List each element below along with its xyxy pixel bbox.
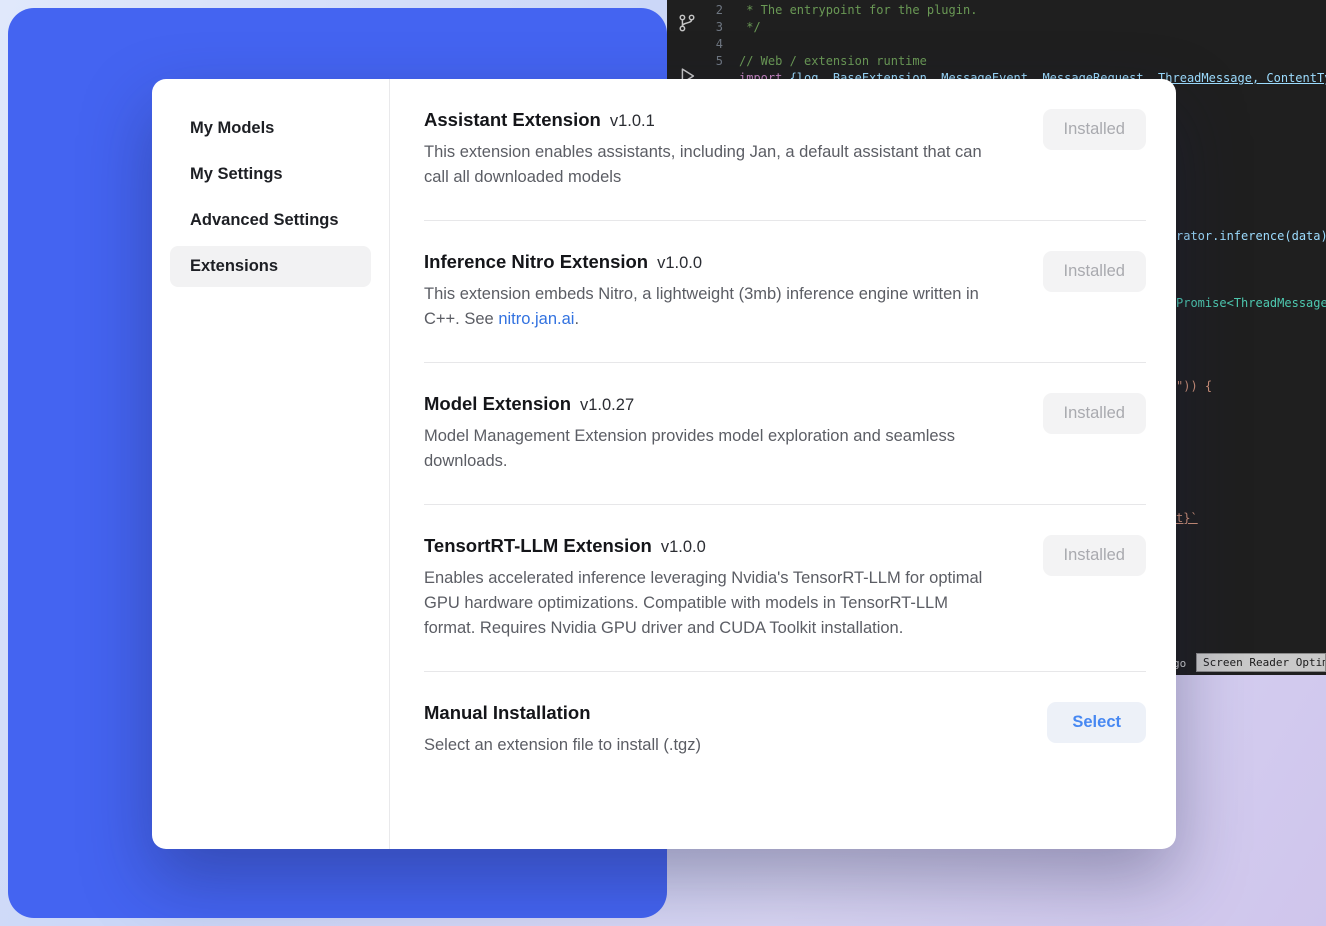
manual-install-info: Manual Installation Select an extension … <box>424 702 701 758</box>
divider <box>424 671 1146 672</box>
line-number: 3 <box>707 19 739 36</box>
code-line: 5 // Web / extension runtime <box>707 53 1326 70</box>
extension-description: Enables accelerated inference leveraging… <box>424 566 1002 641</box>
extension-title: Inference Nitro Extension v1.0.0 <box>424 251 1002 273</box>
installed-button[interactable]: Installed <box>1043 393 1146 434</box>
extension-row-tensorrt-llm: TensortRT-LLM Extension v1.0.0 Enables ac… <box>424 535 1146 641</box>
line-number: 2 <box>707 2 739 19</box>
extension-title: TensortRT-LLM Extension v1.0.0 <box>424 535 1002 557</box>
description-text: . <box>574 310 579 328</box>
sidebar-item-my-settings[interactable]: My Settings <box>170 154 371 195</box>
code-lines: 2 * The entrypoint for the plugin. 3 */ … <box>707 2 1326 87</box>
sidebar-item-advanced-settings[interactable]: Advanced Settings <box>170 200 371 241</box>
extension-row-assistant: Assistant Extension v1.0.1 This extension… <box>424 109 1146 190</box>
divider <box>424 220 1146 221</box>
settings-modal: My Models My Settings Advanced Settings … <box>152 79 1176 849</box>
screen-reader-optimize-notice[interactable]: Screen Reader Optimize <box>1196 653 1326 672</box>
extension-info: TensortRT-LLM Extension v1.0.0 Enables ac… <box>424 535 1002 641</box>
extension-version: v1.0.0 <box>661 538 706 556</box>
nitro-jan-ai-link[interactable]: nitro.jan.ai <box>498 310 574 328</box>
code-fragment: ")) { <box>1176 379 1212 393</box>
extension-info: Model Extension v1.0.27 Model Management … <box>424 393 1002 474</box>
extension-title: Model Extension v1.0.27 <box>424 393 1002 415</box>
installed-button[interactable]: Installed <box>1043 535 1146 576</box>
extension-version: v1.0.27 <box>580 396 634 414</box>
extension-description: This extension enables assistants, inclu… <box>424 140 1002 190</box>
extension-version: v1.0.0 <box>657 254 702 272</box>
installed-button[interactable]: Installed <box>1043 251 1146 292</box>
code-line: 4 <box>707 36 1326 53</box>
extension-description: This extension embeds Nitro, a lightweig… <box>424 282 1002 332</box>
extensions-list: Assistant Extension v1.0.1 This extension… <box>390 79 1176 849</box>
extension-info: Inference Nitro Extension v1.0.0 This ext… <box>424 251 1002 332</box>
manual-install-description: Select an extension file to install (.tg… <box>424 733 701 758</box>
extension-row-model: Model Extension v1.0.27 Model Management … <box>424 393 1146 474</box>
extension-info: Assistant Extension v1.0.1 This extension… <box>424 109 1002 190</box>
code-line: 2 * The entrypoint for the plugin. <box>707 2 1326 19</box>
extension-version: v1.0.1 <box>610 112 655 130</box>
extension-row-inference-nitro: Inference Nitro Extension v1.0.0 This ext… <box>424 251 1146 332</box>
sidebar-item-my-models[interactable]: My Models <box>170 108 371 149</box>
extension-name: Inference Nitro Extension <box>424 251 648 272</box>
sidebar-item-extensions[interactable]: Extensions <box>170 246 371 287</box>
manual-installation-row: Manual Installation Select an extension … <box>424 702 1146 758</box>
code-text: */ <box>739 19 761 36</box>
divider <box>424 504 1146 505</box>
extension-name: Model Extension <box>424 393 571 414</box>
line-number: 5 <box>707 53 739 70</box>
select-file-button[interactable]: Select <box>1047 702 1146 743</box>
extension-title: Assistant Extension v1.0.1 <box>424 109 1002 131</box>
extension-name: Assistant Extension <box>424 109 601 130</box>
extension-description: Model Management Extension provides mode… <box>424 424 1002 474</box>
settings-sidebar: My Models My Settings Advanced Settings … <box>152 79 390 849</box>
code-text: // Web / extension runtime <box>739 53 927 70</box>
source-control-icon[interactable] <box>676 12 698 37</box>
code-line: 3 */ <box>707 19 1326 36</box>
extension-name: TensortRT-LLM Extension <box>424 535 652 556</box>
code-fragment: t}` <box>1176 511 1198 525</box>
installed-button[interactable]: Installed <box>1043 109 1146 150</box>
manual-install-title: Manual Installation <box>424 702 701 724</box>
divider <box>424 362 1146 363</box>
code-fragment: Promise<ThreadMessage> <box>1176 296 1326 310</box>
code-fragment: rator.inference(data)); <box>1176 229 1326 243</box>
code-text: * The entrypoint for the plugin. <box>739 2 977 19</box>
line-number: 4 <box>707 36 739 53</box>
